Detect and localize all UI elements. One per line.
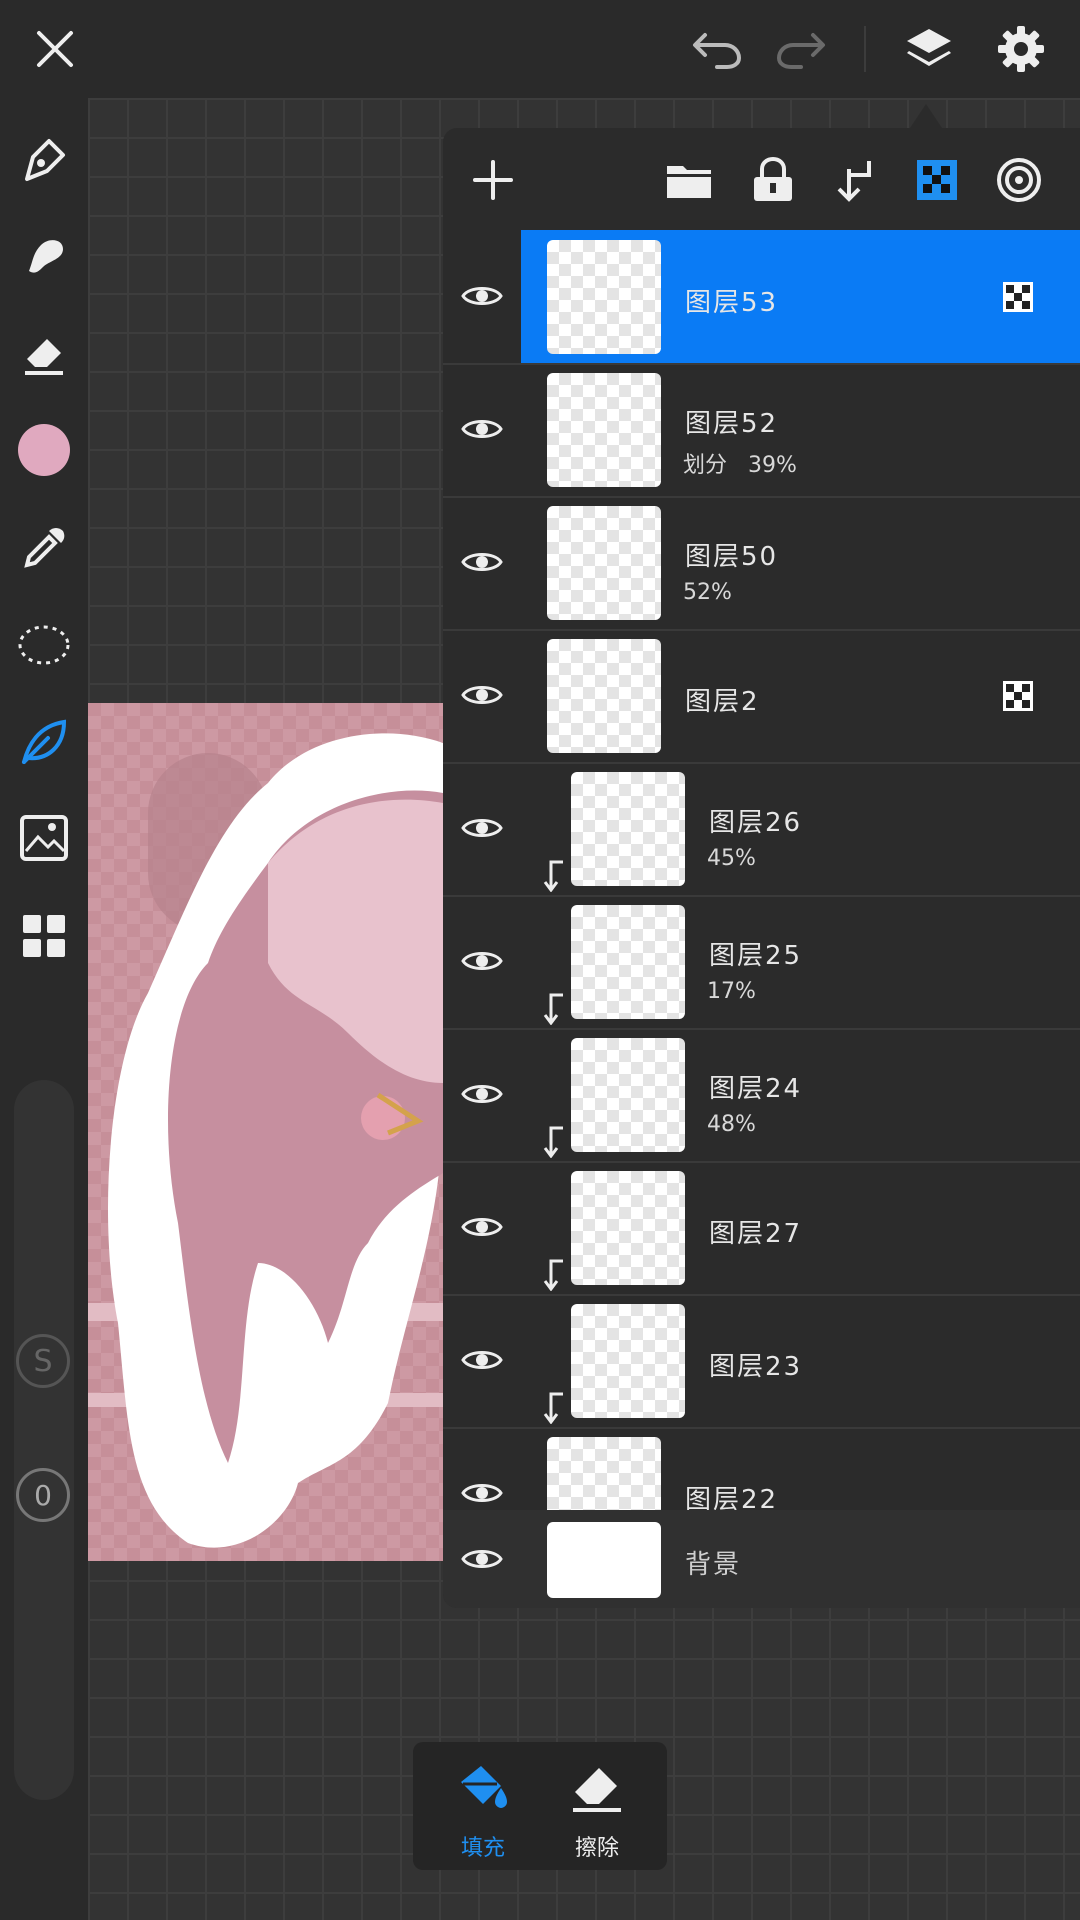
layer-thumbnail [547, 639, 661, 753]
undo-icon[interactable] [682, 14, 752, 84]
visibility-eye-icon[interactable] [457, 1534, 507, 1584]
visibility-eye-icon[interactable] [457, 670, 507, 720]
clipping-arrow-icon [543, 993, 567, 1026]
add-layer-icon[interactable] [463, 150, 523, 210]
visibility-eye-icon[interactable] [457, 1202, 507, 1252]
lasso-icon[interactable] [14, 614, 74, 674]
visibility-eye-icon[interactable] [457, 1335, 507, 1385]
layer-name: 图层2 [685, 687, 760, 717]
layer-row[interactable]: 图层50 52% [443, 496, 1080, 631]
fill-leaf-icon[interactable] [14, 712, 74, 772]
clipping-arrow-icon [543, 1392, 567, 1425]
layer-thumbnail [571, 1171, 685, 1285]
layer-row[interactable]: 图层24 48% [443, 1028, 1080, 1163]
layers-icon[interactable] [894, 14, 964, 84]
erase-label: 擦除 [574, 1836, 619, 1861]
left-toolbar: S 0 [0, 98, 88, 1920]
clipping-arrow-icon [543, 1126, 567, 1159]
eraser-fill-icon [573, 1768, 621, 1812]
opacity-button[interactable]: 0 [16, 1468, 70, 1522]
layer-thumbnail [547, 373, 661, 487]
layer-thumbnail [547, 1437, 661, 1510]
layer-name: 图层50 [685, 542, 779, 572]
folder-icon[interactable] [659, 150, 719, 210]
panel-pointer [910, 104, 942, 128]
stabilizer-button[interactable]: S [16, 1334, 70, 1388]
background-layer-name: 背景 [685, 1550, 742, 1580]
lock-icon[interactable] [743, 150, 803, 210]
visibility-eye-icon[interactable] [457, 1468, 507, 1510]
visibility-eye-icon[interactable] [457, 803, 507, 853]
layer-blend-opacity: 52% [683, 580, 732, 605]
layer-row[interactable]: 图层25 17% [443, 895, 1080, 1030]
layer-row[interactable]: 图层26 45% [443, 762, 1080, 897]
layer-name: 图层26 [709, 808, 803, 838]
settings-icon[interactable] [986, 14, 1056, 84]
stabilizer-label: S [33, 1343, 53, 1379]
eyedropper-icon[interactable] [14, 518, 74, 578]
image-import-icon[interactable] [14, 808, 74, 868]
alpha-lock-icon[interactable] [907, 150, 967, 210]
grid-icon[interactable] [14, 906, 74, 966]
layer-name: 图层52 [685, 409, 779, 439]
brush-size-slider[interactable] [14, 1080, 74, 1800]
close-icon[interactable] [20, 14, 90, 84]
layer-row[interactable]: 图层23 [443, 1294, 1080, 1429]
layer-name: 图层27 [709, 1219, 803, 1249]
fill-button[interactable]: 填充 [433, 1754, 533, 1864]
fill-label: 填充 [460, 1836, 505, 1861]
visibility-eye-icon[interactable] [457, 404, 507, 454]
pen-icon[interactable] [14, 130, 74, 190]
paint-bucket-icon [461, 1766, 507, 1808]
clipping-arrow-icon [543, 860, 567, 893]
layer-name: 图层25 [709, 941, 803, 971]
layer-blend-opacity: 45% [707, 846, 756, 871]
artwork-preview[interactable] [88, 703, 443, 1561]
current-color [18, 424, 70, 476]
eraser-icon[interactable] [14, 324, 74, 384]
alpha-lock-indicator-icon [1003, 282, 1033, 312]
top-bar [0, 0, 1080, 98]
layer-row[interactable]: 图层52 划分 39% [443, 363, 1080, 498]
layers-toolbar [443, 128, 1080, 230]
visibility-eye-icon[interactable] [457, 537, 507, 587]
layer-row[interactable]: 图层2 [443, 629, 1080, 764]
clipping-arrow-icon [543, 1259, 567, 1292]
artwork-illustration [88, 703, 443, 1561]
layers-panel: 图层53 图层52 划分 39% 图层50 52% 图层2 图层26 45% 图层25 17% 图层… [443, 128, 1080, 1608]
layer-thumbnail [571, 1304, 685, 1418]
opacity-value: 0 [34, 1478, 52, 1512]
layer-row[interactable]: 图层27 [443, 1161, 1080, 1296]
redo-icon[interactable] [766, 14, 836, 84]
layer-thumbnail [571, 772, 685, 886]
background-layer-row[interactable]: 背景 [443, 1510, 1080, 1608]
layer-list: 图层53 图层52 划分 39% 图层50 52% 图层2 图层26 45% 图层25 17% 图层… [443, 230, 1080, 1510]
erase-button[interactable]: 擦除 [547, 1754, 647, 1864]
target-icon[interactable] [989, 150, 1049, 210]
layer-thumbnail [547, 506, 661, 620]
layer-blend-opacity: 划分 39% [683, 453, 797, 478]
topbar-divider [864, 26, 866, 72]
layer-name: 图层23 [709, 1352, 803, 1382]
layer-blend-opacity: 17% [707, 979, 756, 1004]
alpha-lock-indicator-icon [1003, 681, 1033, 711]
fill-toolbar: 填充 擦除 [413, 1742, 667, 1870]
smudge-icon[interactable] [14, 226, 74, 286]
layer-name: 图层24 [709, 1074, 803, 1104]
color-swatch[interactable] [14, 420, 74, 480]
layer-row[interactable]: 图层53 [443, 230, 1080, 365]
clip-icon[interactable] [825, 150, 885, 210]
layer-blend-opacity: 48% [707, 1112, 756, 1137]
layer-row[interactable]: 图层22 [443, 1427, 1080, 1510]
visibility-eye-icon[interactable] [457, 271, 507, 321]
layer-thumbnail [571, 905, 685, 1019]
layer-thumbnail [547, 240, 661, 354]
visibility-eye-icon[interactable] [457, 936, 507, 986]
background-thumbnail [547, 1522, 661, 1598]
layer-thumbnail [571, 1038, 685, 1152]
visibility-eye-icon[interactable] [457, 1069, 507, 1119]
layer-name: 图层22 [685, 1485, 779, 1510]
layer-name: 图层53 [685, 288, 779, 318]
